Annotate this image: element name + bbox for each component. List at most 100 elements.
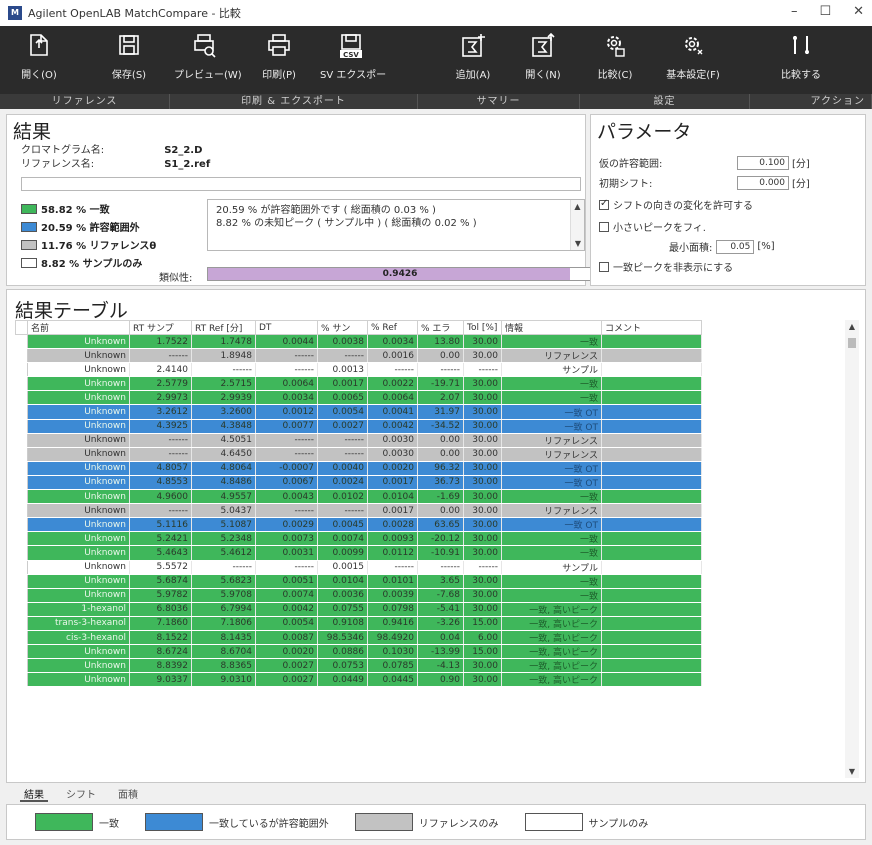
ribbon-button[interactable]: 印刷(P) (248, 30, 310, 81)
compare-settings-icon (607, 36, 625, 57)
ribbon-button[interactable]: 開く(O) (8, 30, 70, 81)
table-row[interactable]: Unknown 1.7522 1.7478 0.0044 0.0038 0.0034 13.… (15, 334, 702, 350)
scroll-down-icon[interactable]: ▼ (571, 237, 585, 250)
close-icon[interactable]: ✕ (853, 4, 864, 19)
row-selector[interactable] (15, 419, 28, 434)
row-selector[interactable] (15, 447, 28, 462)
table-row[interactable]: cis-3-hexanol 8.1522 8.1435 0.0087 98.5346 98… (15, 630, 702, 646)
column-header[interactable]: 名前 (27, 320, 130, 335)
filter-small-peaks-row[interactable]: 小さいピークをフィ. (599, 219, 706, 234)
legend-label: 8.82 % サンプルのみ (41, 259, 143, 270)
row-selector[interactable] (15, 616, 28, 631)
hide-match-checkbox[interactable] (599, 261, 609, 272)
column-header[interactable]: RT Ref [分] (191, 320, 256, 335)
allow-shift-checkbox[interactable] (599, 198, 609, 210)
table-row[interactable]: Unknown 2.9973 2.9939 0.0034 0.0065 0.0064 2.0… (15, 390, 702, 406)
table-cell: 一致 (501, 531, 602, 547)
ribbon-button[interactable]: 比較(C) (584, 30, 646, 81)
table-row[interactable]: Unknown 8.6724 8.6704 0.0020 0.0886 0.1030 -13… (15, 644, 702, 660)
column-header[interactable]: RT サンプ (129, 320, 192, 335)
ribbon-button[interactable]: 比較する (770, 30, 832, 81)
row-selector[interactable] (15, 404, 28, 420)
scroll-up-icon[interactable]: ▲ (845, 322, 859, 331)
ribbon-button[interactable]: 追加(A) (442, 30, 504, 81)
ribbon-button[interactable]: 保存(S) (98, 30, 160, 81)
table-row[interactable]: Unknown 3.2612 3.2600 0.0012 0.0054 0.0041 31.… (15, 404, 702, 420)
row-selector[interactable] (15, 475, 28, 491)
row-selector[interactable] (15, 503, 28, 519)
row-selector[interactable] (15, 545, 28, 561)
column-header[interactable]: コメント (601, 320, 702, 335)
table-row[interactable]: Unknown 5.4643 5.4612 0.0031 0.0099 0.0112 -10… (15, 545, 702, 561)
min-area-input[interactable]: 0.05 (716, 239, 755, 254)
row-selector[interactable] (15, 433, 28, 448)
row-selector[interactable] (15, 348, 28, 364)
message-box[interactable]: 20.59 % が許容範囲外です ( 総面積の 0.03 % ) 8.82 % … (207, 199, 585, 251)
table-row[interactable]: 1-hexanol 6.8036 6.7994 0.0042 0.0755 0.0798-… (15, 602, 702, 617)
tab-shift[interactable]: シフト (62, 784, 100, 802)
row-selector[interactable] (15, 376, 28, 392)
table-cell: 0.0445 (367, 672, 418, 688)
tab-area[interactable]: 面積 (114, 784, 142, 802)
hide-match-row[interactable]: 一致ピークを非表示にする (599, 259, 733, 274)
column-header[interactable]: % サン (317, 320, 368, 335)
table-row[interactable]: Unknown 5.1116 5.1087 0.0029 0.0045 0.0028 63.… (15, 517, 702, 533)
allow-shift-row[interactable]: シフトの向きの変化を許可する (599, 197, 753, 212)
column-header[interactable]: DT (255, 320, 318, 335)
row-selector[interactable] (15, 588, 28, 603)
table-row[interactable]: Unknown 4.3925 4.3848 0.0077 0.0027 0.0042 -34… (15, 419, 702, 434)
row-selector[interactable] (15, 489, 28, 505)
column-header[interactable]: % エラ (417, 320, 464, 335)
maximize-icon[interactable]: ☐ (819, 4, 831, 19)
column-header[interactable]: Tol [%] (463, 320, 502, 335)
table-row[interactable]: Unknown 5.6874 5.6823 0.0051 0.0104 0.0101 3.6… (15, 574, 702, 589)
scroll-down-icon[interactable]: ▼ (845, 767, 859, 776)
initial-shift-input[interactable]: 0.000 (737, 175, 789, 190)
row-selector[interactable] (15, 517, 28, 533)
table-cell (601, 419, 702, 434)
table-row[interactable]: Unknown 2.4140 ------ ------ 0.0013 ------ ---… (15, 362, 702, 378)
ribbon-button[interactable]: プレビュー(W) (174, 30, 242, 81)
row-selector[interactable] (15, 672, 28, 688)
ribbon-button[interactable]: 開く(N) (512, 30, 574, 81)
scroll-up-icon[interactable]: ▲ (571, 200, 584, 213)
row-selector[interactable] (15, 390, 28, 406)
table-row[interactable]: Unknown ------ 4.5051 ------ ------ 0.0030 0.0… (15, 433, 702, 448)
table-scrollbar[interactable]: ▲ ▼ (845, 320, 859, 778)
table-row[interactable]: Unknown 2.5779 2.5715 0.0064 0.0017 0.0022 -19… (15, 376, 702, 392)
row-selector[interactable] (15, 531, 28, 547)
table-row[interactable]: Unknown 4.8057 4.8064 -0.0007 0.0040 0.0020 96… (15, 461, 702, 476)
table-row[interactable]: Unknown ------ 4.6450 ------ ------ 0.0030 0.0… (15, 447, 702, 462)
table-cell (601, 475, 702, 491)
table-row[interactable]: trans-3-hexanol 7.1860 7.1806 0.0054 0.9108 0… (15, 616, 702, 631)
table-row[interactable]: Unknown ------ 1.8948 ------ ------ 0.0016 0.0… (15, 348, 702, 364)
filter-small-peaks-checkbox[interactable] (599, 221, 609, 232)
column-header[interactable]: 情報 (501, 320, 602, 335)
row-selector[interactable] (15, 574, 28, 589)
row-selector[interactable] (15, 630, 28, 646)
table-row[interactable]: Unknown 5.2421 5.2348 0.0073 0.0074 0.0093 -20… (15, 531, 702, 547)
row-selector[interactable] (15, 334, 28, 350)
row-selector[interactable] (15, 644, 28, 660)
row-selector[interactable] (15, 362, 28, 378)
column-header[interactable]: % Ref (367, 320, 418, 335)
message-scrollbar[interactable]: ▲ ▼ (570, 200, 584, 250)
minimize-icon[interactable]: – (791, 4, 798, 19)
tolerance-input[interactable]: 0.100 (737, 155, 789, 170)
table-row[interactable]: Unknown 4.9600 4.9557 0.0043 0.0102 0.0104 -1.… (15, 489, 702, 505)
table-row[interactable]: Unknown 9.0337 9.0310 0.0027 0.0449 0.0445 0.9… (15, 672, 702, 688)
table-row[interactable]: Unknown 8.8392 8.8365 0.0027 0.0753 0.0785 -4.… (15, 658, 702, 674)
tab-result[interactable]: 結果 (20, 784, 48, 802)
ribbon-button[interactable]: 基本設定(F) (662, 30, 724, 81)
table-row[interactable]: Unknown ------ 5.0437 ------ ------ 0.0017 0.0… (15, 503, 702, 519)
scrollbar-thumb[interactable] (848, 338, 856, 348)
row-selector[interactable] (15, 461, 28, 476)
table-row[interactable]: Unknown 5.9782 5.9708 0.0074 0.0036 0.0039 -7.… (15, 588, 702, 603)
row-selector[interactable] (15, 658, 28, 674)
table-row[interactable]: Unknown 5.5572 ------ ------ 0.0015 ------ ---… (15, 560, 702, 575)
table-cell: ------ (255, 362, 318, 378)
row-selector[interactable] (15, 560, 28, 575)
ribbon-button[interactable]: CSV SV エクスポー (320, 30, 386, 81)
table-row[interactable]: Unknown 4.8553 4.8486 0.0067 0.0024 0.0017 36.… (15, 475, 702, 491)
row-selector[interactable] (15, 602, 28, 617)
